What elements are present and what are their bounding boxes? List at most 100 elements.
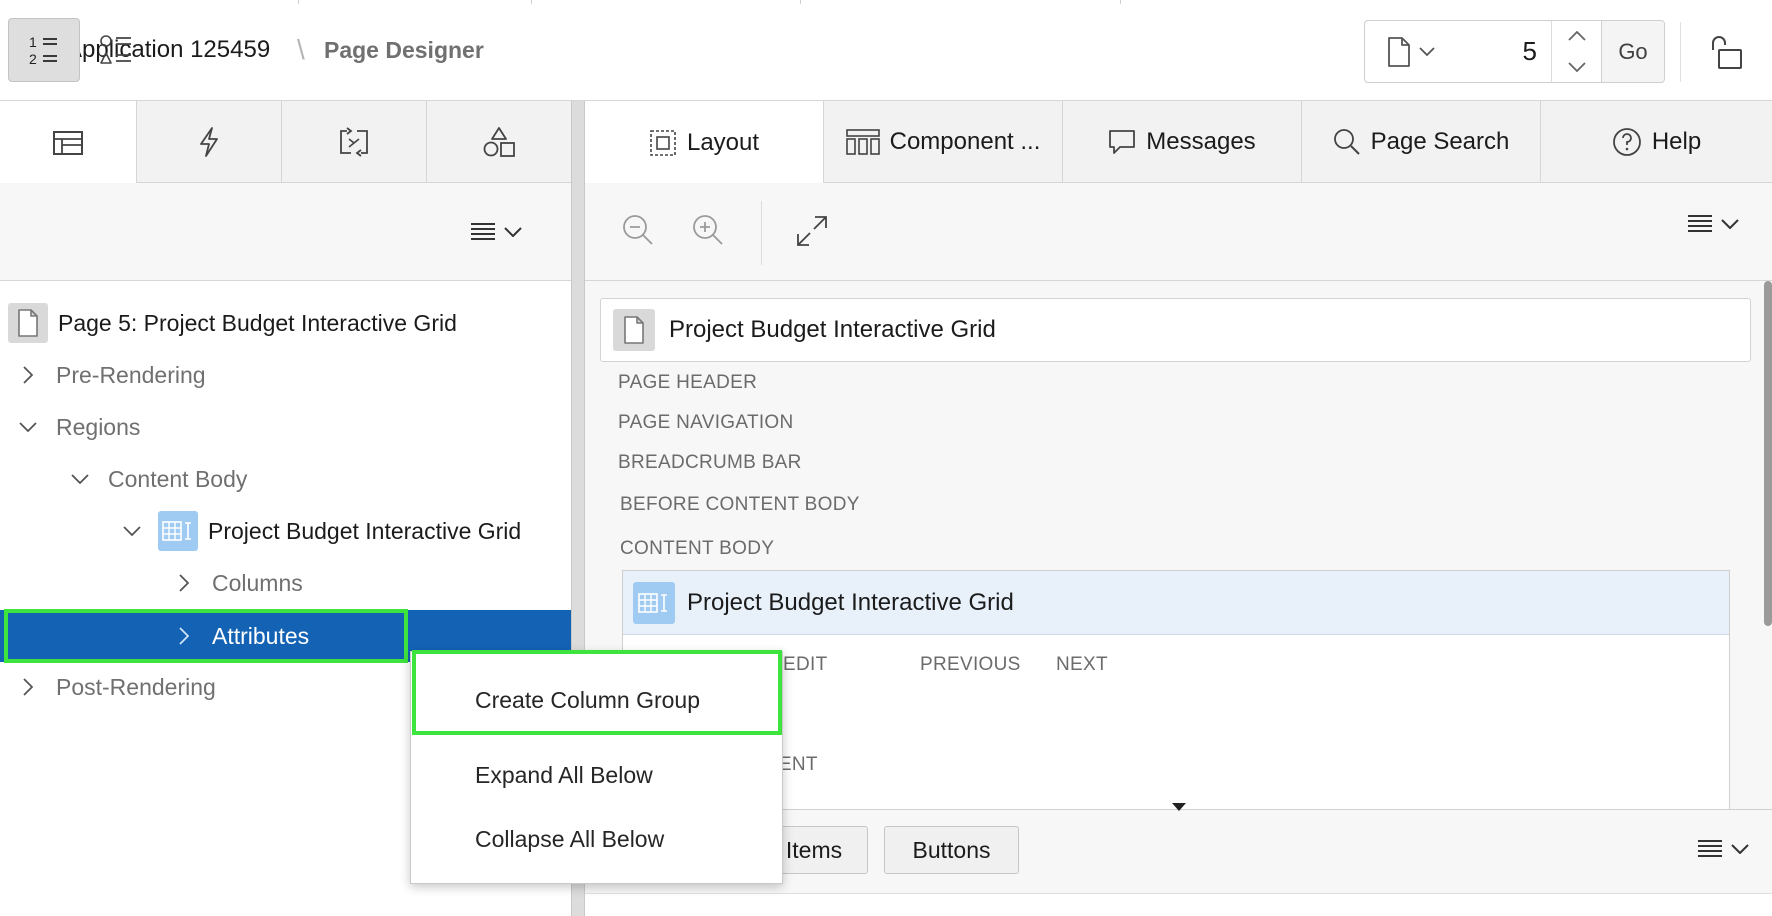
lightning-icon xyxy=(200,127,218,157)
tab-help[interactable]: Help xyxy=(1541,101,1772,183)
next-page-button[interactable] xyxy=(1552,21,1601,52)
divider xyxy=(761,201,762,265)
region-title: Project Budget Interactive Grid xyxy=(687,588,1014,616)
expand-icon xyxy=(797,216,827,246)
component-list-icon xyxy=(100,35,131,64)
zoom-in-button[interactable] xyxy=(691,213,725,247)
position-edit: EDIT xyxy=(783,654,828,675)
menu-lines-icon xyxy=(471,223,495,240)
go-button[interactable]: Go xyxy=(1601,21,1664,82)
tab-messages[interactable]: Messages xyxy=(1063,101,1302,183)
tree-node-label: Regions xyxy=(56,413,141,440)
tree-node-page[interactable]: Page 5: Project Budget Interactive Grid xyxy=(8,297,457,349)
right-pane-tabs: Layout Component ... Messages Page Searc… xyxy=(585,101,1772,184)
page-icon xyxy=(1388,36,1410,67)
help-icon xyxy=(1612,128,1641,156)
messages-icon xyxy=(1109,130,1136,154)
tab-shared-components[interactable] xyxy=(427,101,571,183)
page-card-title: Project Budget Interactive Grid xyxy=(669,316,996,343)
position-next: NEXT xyxy=(1056,654,1108,675)
region-header: Project Budget Interactive Grid xyxy=(623,571,1729,635)
tab-label: Messages xyxy=(1146,128,1256,155)
canvas-scrollbar[interactable] xyxy=(1764,281,1772,626)
chevron-down-icon xyxy=(1731,844,1749,854)
position-before-content-body: BEFORE CONTENT BODY xyxy=(620,494,860,515)
processing-icon xyxy=(340,127,368,157)
menu-item-expand-all-below[interactable]: Expand All Below xyxy=(411,749,782,801)
layout-icon xyxy=(650,129,676,156)
left-pane-tabs xyxy=(0,101,571,184)
tab-dynamic-actions[interactable] xyxy=(137,101,282,183)
menu-lines-icon xyxy=(1688,215,1712,232)
position-previous: PREVIOUS xyxy=(920,654,1021,675)
page-stepper xyxy=(1551,21,1601,82)
tab-component-view[interactable]: Component ... xyxy=(824,101,1063,183)
page-number-input[interactable]: 5 xyxy=(1457,21,1551,82)
tree-node-regions[interactable]: Regions xyxy=(18,401,140,453)
triangle-down-icon xyxy=(1172,803,1186,811)
previous-page-button[interactable] xyxy=(1552,52,1601,83)
unlock-icon xyxy=(1712,36,1742,69)
expand-button[interactable] xyxy=(796,215,828,247)
gallery-content xyxy=(585,893,1772,916)
tab-page-search[interactable]: Page Search xyxy=(1302,101,1541,183)
position-breadcrumb-bar: BREADCRUMB BAR xyxy=(618,452,802,473)
interactive-grid-icon xyxy=(633,581,675,624)
page-designer-title: Page Designer xyxy=(324,37,484,63)
gallery-tab-buttons[interactable]: Buttons xyxy=(884,826,1019,874)
tab-processing[interactable] xyxy=(282,101,427,183)
interactive-grid-region[interactable]: Project Budget Interactive Grid EDIT PRE… xyxy=(622,570,1730,820)
tree-node-post-rendering[interactable]: Post-Rendering xyxy=(18,661,216,713)
shapes-icon xyxy=(483,127,515,157)
breadcrumb-separator: \ xyxy=(297,34,305,65)
tree-node-label: Pre-Rendering xyxy=(56,361,206,388)
tab-edge xyxy=(1120,0,1121,4)
chevron-down-icon[interactable] xyxy=(122,521,142,541)
tree-node-interactive-grid[interactable]: Project Budget Interactive Grid xyxy=(122,505,521,557)
tree-node-columns[interactable]: Columns xyxy=(174,557,303,609)
chevron-down-icon[interactable] xyxy=(18,417,38,437)
page-lock-button[interactable] xyxy=(1710,34,1746,70)
tab-label: Page Search xyxy=(1370,128,1510,155)
chevron-down-icon[interactable] xyxy=(70,469,90,489)
page-card[interactable]: Project Budget Interactive Grid xyxy=(600,298,1751,362)
position-content-body: CONTENT BODY xyxy=(620,538,775,559)
tab-rendering[interactable] xyxy=(0,101,137,184)
search-icon xyxy=(1333,129,1360,155)
rendering-icon xyxy=(53,130,83,155)
svg-text:2: 2 xyxy=(29,51,37,67)
tree-node-label: Project Budget Interactive Grid xyxy=(208,517,522,544)
page-type-dropdown[interactable] xyxy=(1365,21,1457,82)
divider xyxy=(1680,22,1681,82)
tree-view-button[interactable]: 1 2 xyxy=(8,18,80,82)
highlight-box xyxy=(412,650,782,735)
page-selector: 5 Go xyxy=(1364,20,1665,83)
tab-edge xyxy=(298,0,299,4)
chevron-right-icon[interactable] xyxy=(18,677,38,697)
tab-edge xyxy=(531,0,532,4)
gallery-menu-button[interactable] xyxy=(1697,838,1749,860)
collapse-splitter-handle[interactable] xyxy=(1171,802,1187,812)
chevron-right-icon[interactable] xyxy=(174,573,194,593)
tab-layout[interactable]: Layout xyxy=(585,101,824,184)
tab-label: Layout xyxy=(686,128,760,156)
position-page-header: PAGE HEADER xyxy=(618,372,758,393)
chevron-down-icon xyxy=(1721,219,1739,229)
layout-menu-button[interactable] xyxy=(1687,213,1739,235)
menu-item-collapse-all-below[interactable]: Collapse All Below xyxy=(411,813,782,865)
tree-menu-button[interactable] xyxy=(470,212,532,252)
chevron-right-icon[interactable] xyxy=(18,365,38,385)
chevron-down-icon xyxy=(504,227,522,237)
highlight-box xyxy=(4,609,408,663)
tree-node-content-body[interactable]: Content Body xyxy=(70,453,247,505)
zoom-out-icon xyxy=(623,215,653,245)
zoom-out-button[interactable] xyxy=(621,213,655,247)
chevron-up-icon xyxy=(1567,31,1586,41)
menu-lines-icon xyxy=(1698,840,1722,857)
page-icon xyxy=(8,303,48,343)
tab-edge xyxy=(800,0,801,4)
tree-node-pre-rendering[interactable]: Pre-Rendering xyxy=(18,349,206,401)
top-bar: Application 125459 \ Page Designer 5 Go xyxy=(0,0,1772,101)
component-view-button[interactable] xyxy=(92,18,140,82)
component-view-icon xyxy=(845,129,880,155)
